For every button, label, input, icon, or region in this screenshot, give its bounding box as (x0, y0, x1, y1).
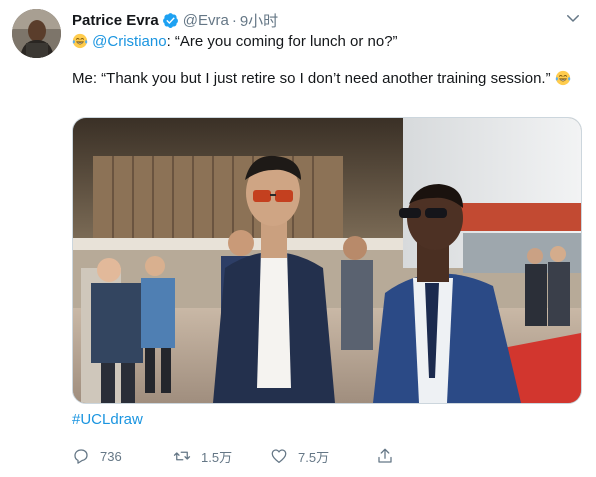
face-with-tears-of-joy-icon (555, 70, 571, 86)
reply-button[interactable]: 736 (72, 447, 173, 465)
tweet-actions: 736 1.5万 7.5万 (72, 445, 394, 467)
heart-icon (271, 449, 287, 464)
face-with-tears-of-joy-icon (72, 33, 88, 49)
tweet-line-1: @Cristiano: “Are you coming for lunch or… (72, 31, 577, 52)
separator-dot: · (231, 11, 237, 29)
tweet-photo[interactable] (72, 117, 582, 404)
reply-count: 736 (100, 448, 122, 464)
like-button[interactable]: 7.5万 (270, 447, 376, 466)
tweet-line-2-text: Me: “Thank you but I just retire so I do… (72, 70, 551, 87)
tweet-line-1-text: : “Are you coming for lunch or no?” (166, 33, 398, 50)
author-name[interactable]: Patrice Evra (72, 12, 159, 29)
timestamp[interactable]: 9小时 (240, 10, 278, 31)
retweet-button[interactable]: 1.5万 (173, 447, 270, 466)
tweet-text: @Cristiano: “Are you coming for lunch or… (72, 31, 577, 89)
like-count: 7.5万 (298, 449, 330, 465)
hashtag-ucldraw[interactable]: #UCLdraw (72, 411, 143, 428)
chevron-down-icon[interactable] (564, 9, 582, 27)
avatar[interactable] (12, 9, 61, 58)
verified-badge-icon (162, 12, 178, 28)
retweet-count: 1.5万 (201, 449, 233, 465)
tweet-header: Patrice Evra @Evra · 9小时 (72, 10, 278, 30)
share-icon (378, 448, 392, 463)
reply-icon (74, 449, 88, 464)
author-handle[interactable]: @Evra (183, 12, 229, 29)
tweet-card[interactable]: Patrice Evra @Evra · 9小时 @Cristiano: “Ar… (0, 0, 596, 477)
retweet-icon (173, 451, 191, 461)
photo-scene (73, 118, 581, 403)
share-button[interactable] (376, 447, 394, 465)
tweet-line-2: Me: “Thank you but I just retire so I do… (72, 68, 577, 89)
mention-cristiano[interactable]: @Cristiano (92, 33, 166, 50)
avatar-photo (12, 9, 61, 58)
